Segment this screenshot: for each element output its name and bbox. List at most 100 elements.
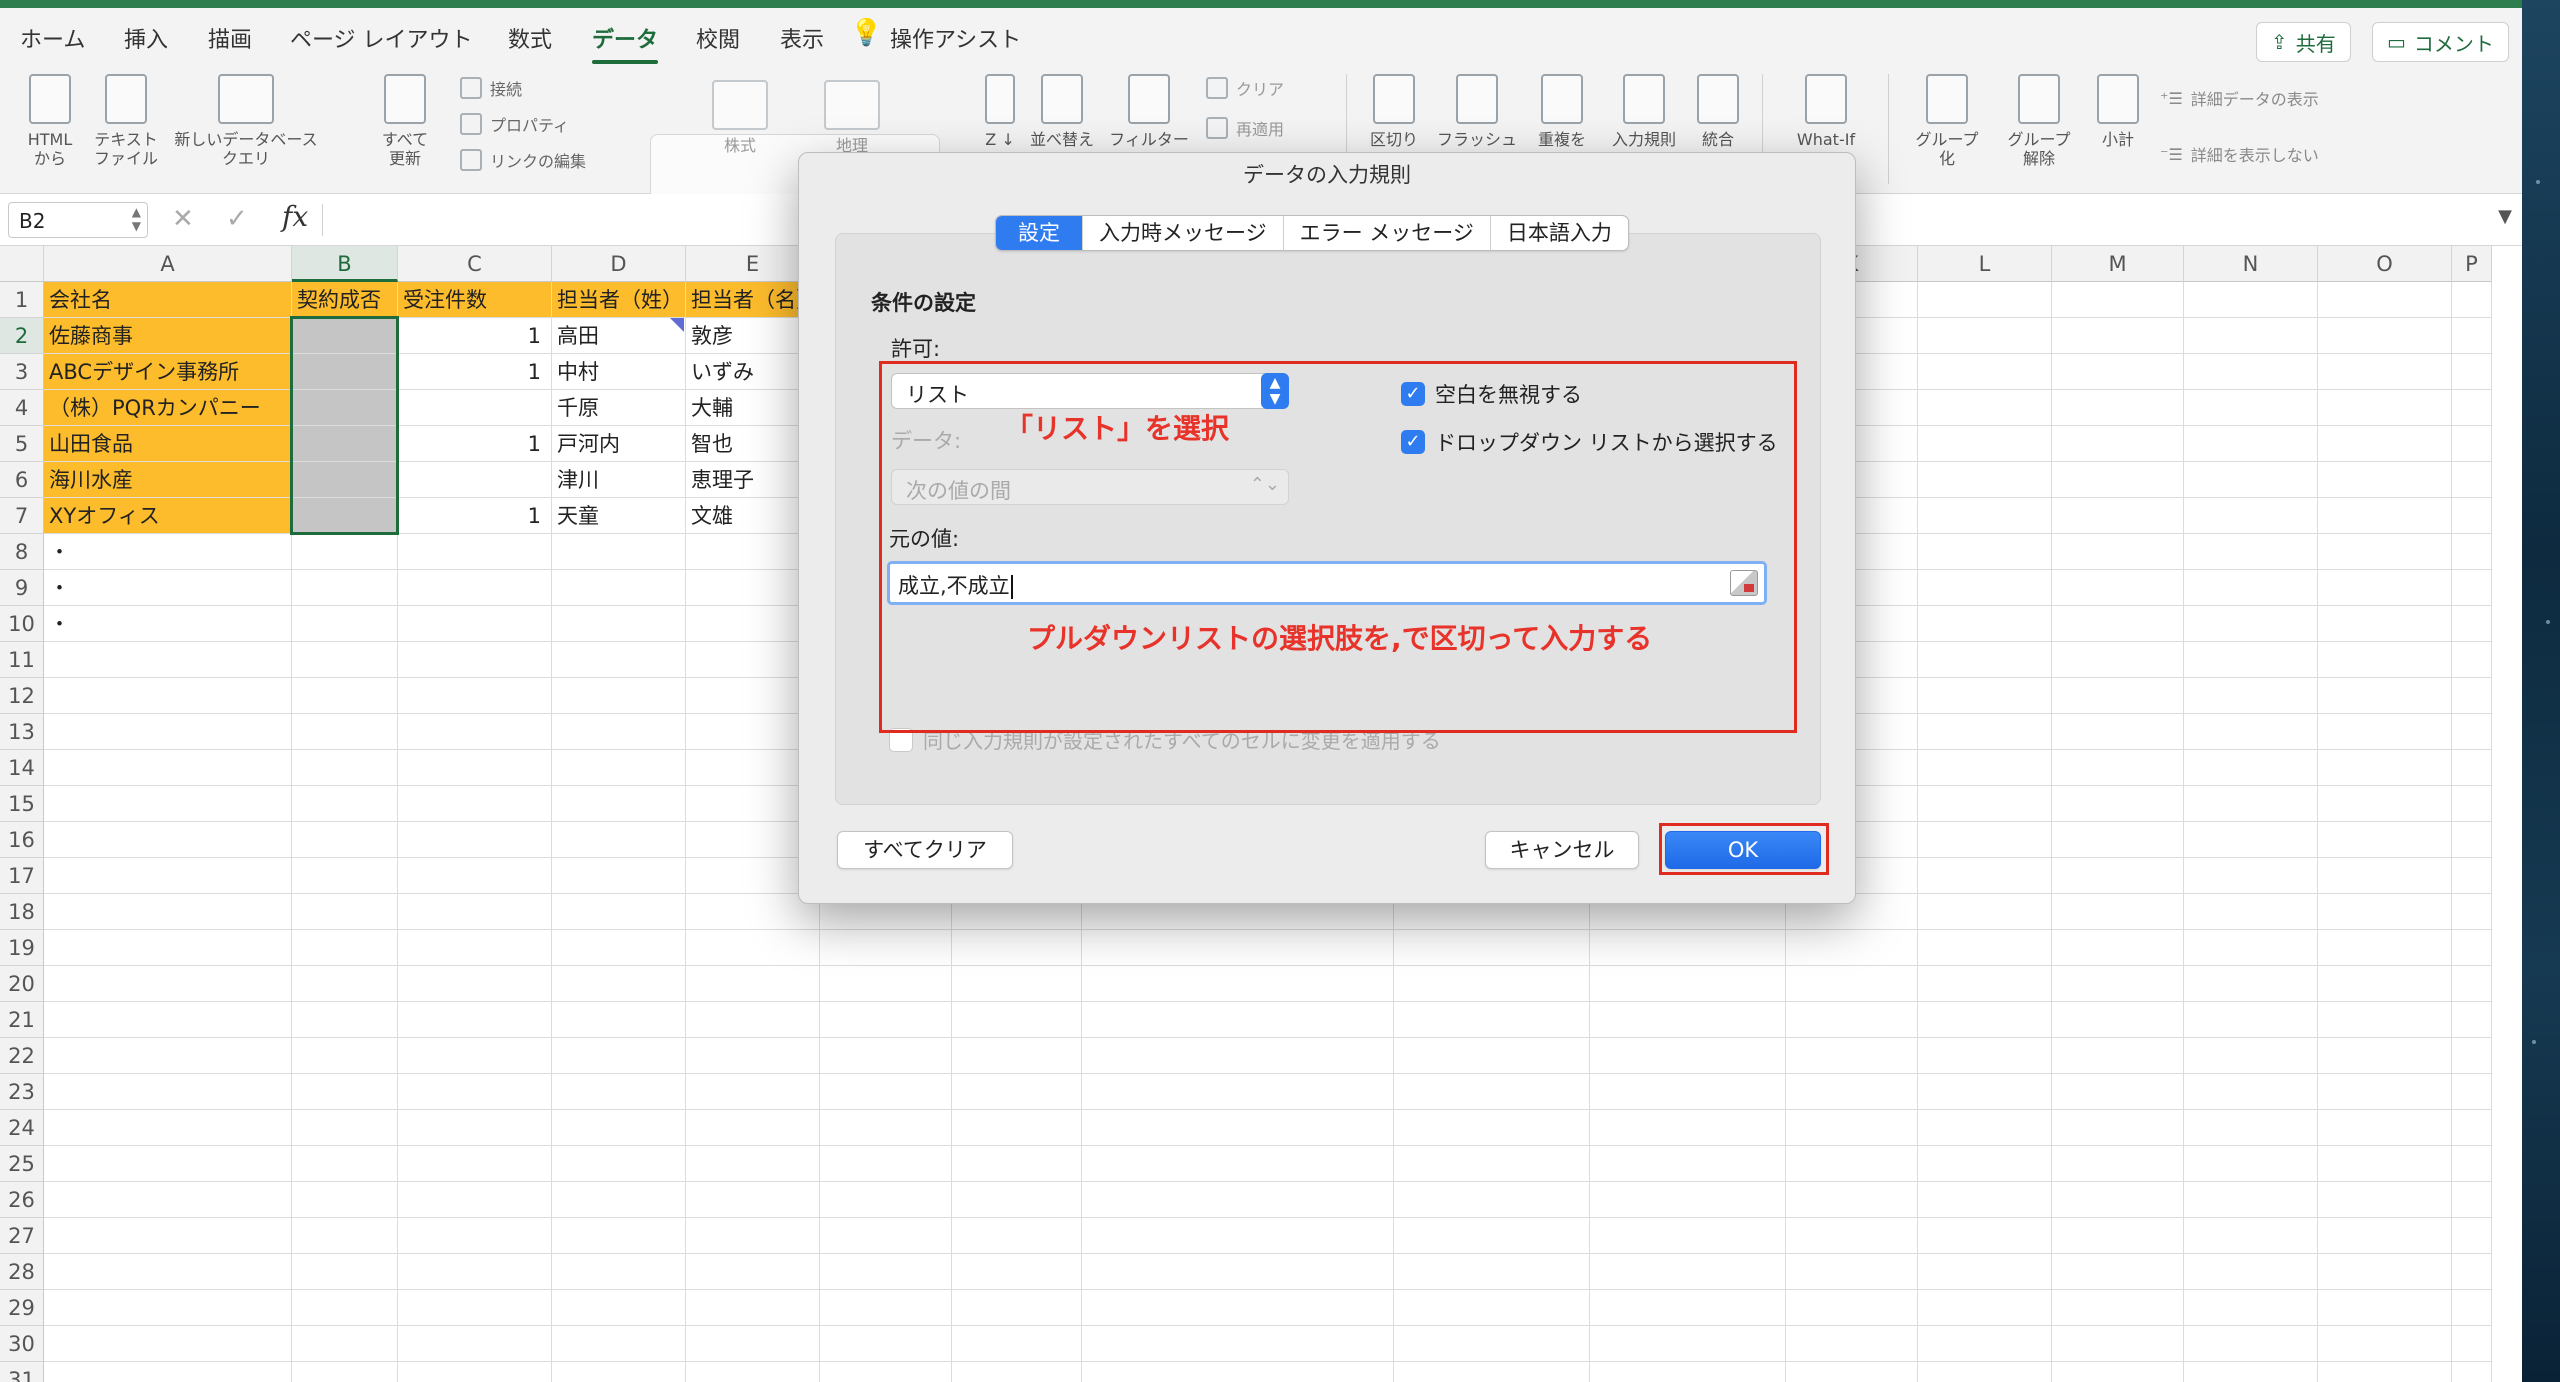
row-header[interactable]: 15	[0, 786, 44, 822]
row-header[interactable]: 13	[0, 714, 44, 750]
cell[interactable]	[2318, 714, 2452, 750]
cell[interactable]	[1590, 1074, 1786, 1110]
cell[interactable]	[2052, 786, 2184, 822]
cell[interactable]	[2052, 1038, 2184, 1074]
cell[interactable]	[2452, 1182, 2492, 1218]
cell[interactable]	[2052, 426, 2184, 462]
cell[interactable]	[552, 1110, 686, 1146]
cell[interactable]	[952, 930, 1082, 966]
cell[interactable]	[686, 1146, 820, 1182]
cell[interactable]: 1	[398, 318, 552, 354]
cell[interactable]	[1786, 1038, 1918, 1074]
cell[interactable]	[552, 1326, 686, 1362]
cell[interactable]	[292, 1326, 398, 1362]
cell[interactable]	[1082, 1326, 1394, 1362]
cell[interactable]	[2184, 1146, 2318, 1182]
row-header[interactable]: 4	[0, 390, 44, 426]
cell[interactable]	[1590, 1290, 1786, 1326]
cell[interactable]	[1918, 534, 2052, 570]
cell[interactable]	[1394, 1146, 1590, 1182]
column-header-o[interactable]: O	[2318, 246, 2452, 282]
cell[interactable]	[552, 570, 686, 606]
cell[interactable]	[2452, 534, 2492, 570]
cancel-entry-icon[interactable]: ✕	[172, 204, 194, 234]
cell[interactable]	[2318, 1362, 2452, 1382]
cell[interactable]	[2452, 858, 2492, 894]
stocks-button[interactable]: 株式	[700, 80, 780, 155]
cell[interactable]: 戸河内	[552, 426, 686, 462]
cell[interactable]	[2184, 282, 2318, 318]
cell[interactable]: 1	[398, 426, 552, 462]
cell[interactable]	[292, 822, 398, 858]
cell[interactable]	[2318, 606, 2452, 642]
edit-links-button[interactable]: リンクの編集	[460, 148, 586, 172]
cell[interactable]	[2452, 1110, 2492, 1146]
refresh-all-button[interactable]: すべて 更新	[368, 74, 442, 168]
row-header[interactable]: 27	[0, 1218, 44, 1254]
cell[interactable]	[552, 858, 686, 894]
cell[interactable]	[44, 822, 292, 858]
cell[interactable]	[1590, 966, 1786, 1002]
cell[interactable]	[2184, 426, 2318, 462]
tab-home[interactable]: ホーム	[20, 22, 85, 54]
cell[interactable]	[686, 1038, 820, 1074]
row-header[interactable]: 23	[0, 1074, 44, 1110]
cell[interactable]	[552, 894, 686, 930]
ignore-blank-checkbox[interactable]: ✓ 空白を無視する	[1401, 379, 1582, 409]
row-header[interactable]: 20	[0, 966, 44, 1002]
row-header[interactable]: 12	[0, 678, 44, 714]
cell[interactable]	[1082, 930, 1394, 966]
cell[interactable]	[1394, 1326, 1590, 1362]
cell[interactable]	[2452, 1326, 2492, 1362]
cell[interactable]	[292, 354, 398, 390]
cell[interactable]	[2452, 606, 2492, 642]
cell[interactable]	[1918, 714, 2052, 750]
cell[interactable]	[2184, 534, 2318, 570]
cell[interactable]	[292, 1074, 398, 1110]
data-validation-button[interactable]: 入力規則	[1604, 74, 1684, 149]
cell[interactable]	[1590, 1326, 1786, 1362]
cell[interactable]	[2184, 750, 2318, 786]
cell[interactable]	[44, 894, 292, 930]
range-picker-icon[interactable]	[1730, 570, 1758, 596]
name-box[interactable]: B2 ▲ ▼	[8, 202, 148, 238]
cell[interactable]	[686, 930, 820, 966]
cell[interactable]	[398, 786, 552, 822]
cell[interactable]	[398, 714, 552, 750]
cell[interactable]	[2318, 1326, 2452, 1362]
row-header[interactable]: 30	[0, 1326, 44, 1362]
cell[interactable]	[552, 1362, 686, 1382]
cell[interactable]	[292, 678, 398, 714]
cell[interactable]	[686, 966, 820, 1002]
cell[interactable]	[952, 1038, 1082, 1074]
cell[interactable]	[2318, 1182, 2452, 1218]
cell[interactable]	[2452, 282, 2492, 318]
cell[interactable]	[686, 1002, 820, 1038]
filter-button[interactable]: フィルター	[1106, 74, 1192, 149]
header-cell[interactable]: 担当者（姓）	[552, 282, 686, 318]
cell[interactable]	[552, 930, 686, 966]
cell[interactable]	[820, 1146, 952, 1182]
cell[interactable]	[292, 1218, 398, 1254]
cell[interactable]: ABCデザイン事務所	[44, 354, 292, 390]
show-detail-button[interactable]: ⁺☰ 詳細データの表示	[2160, 86, 2319, 110]
cell[interactable]	[1082, 1110, 1394, 1146]
cell[interactable]	[1082, 1290, 1394, 1326]
cell[interactable]	[292, 390, 398, 426]
cell[interactable]	[1590, 1362, 1786, 1382]
cell[interactable]	[292, 750, 398, 786]
group-button[interactable]: グループ 化	[1906, 74, 1988, 168]
cell[interactable]	[1082, 1254, 1394, 1290]
remove-duplicates-button[interactable]: 重複を	[1522, 74, 1602, 149]
cell[interactable]	[2052, 1110, 2184, 1146]
cell[interactable]	[552, 1218, 686, 1254]
cell[interactable]	[820, 1362, 952, 1382]
cell[interactable]	[292, 498, 398, 534]
apply-all-checkbox[interactable]: 同じ入力規則が設定されたすべてのセルに変更を適用する	[889, 725, 1441, 754]
cell[interactable]	[1082, 1002, 1394, 1038]
cell[interactable]	[292, 858, 398, 894]
row-header[interactable]: 9	[0, 570, 44, 606]
cell[interactable]	[2318, 426, 2452, 462]
cell[interactable]	[2052, 930, 2184, 966]
cell[interactable]	[2452, 930, 2492, 966]
